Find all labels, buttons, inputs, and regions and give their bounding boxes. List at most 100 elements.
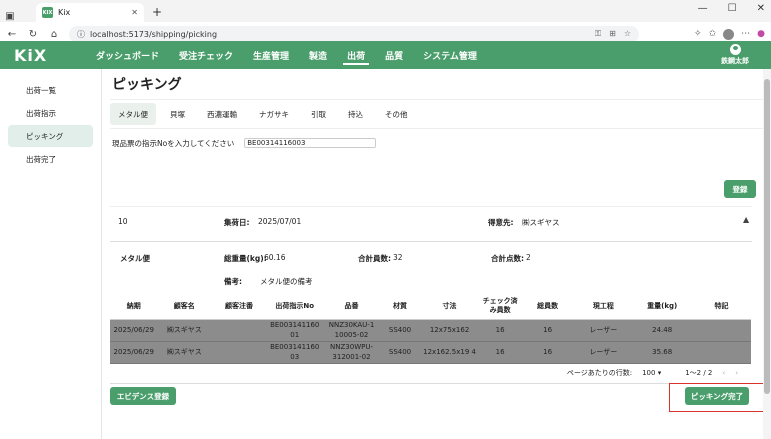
memo-label: 備考: (224, 277, 242, 286)
favorite-star-icon[interactable]: ☆ (624, 29, 631, 39)
copilot-icon[interactable]: ● (757, 29, 765, 39)
col-customer-order[interactable]: 顧客注番 (211, 294, 267, 320)
collapse-arrow-icon[interactable]: ▲ (743, 215, 749, 224)
sidebar-item-shipping-list[interactable]: 出荷一覧 (8, 79, 93, 101)
cell-weight: 24.48 (632, 319, 693, 342)
carrier-tabs: メタル便 貝塚 西濃運輸 ナガサキ 引取 持込 その他 (110, 99, 771, 129)
tab-kaizuka[interactable]: 貝塚 (162, 103, 193, 125)
register-button[interactable]: 登録 (724, 180, 756, 198)
home-icon[interactable]: ⌂ (48, 29, 60, 40)
menu-system[interactable]: システム管理 (413, 41, 487, 69)
col-notes[interactable]: 特記 (692, 294, 751, 320)
favorites-icon[interactable]: ✩ (709, 29, 717, 39)
cell-due-date: 2025/06/29 (110, 319, 158, 342)
cell-instruction-no: BE003141160 01 (266, 319, 323, 342)
user-name: 鉄鋼太郎 (721, 57, 749, 65)
menu-manufacturing[interactable]: 製造 (299, 41, 337, 69)
menu-dashboard[interactable]: ダッシュボード (86, 41, 169, 69)
col-part-no[interactable]: 品番 (322, 294, 381, 320)
customer-label: 得意先: (488, 218, 514, 227)
tab-pickup[interactable]: 引取 (303, 103, 334, 125)
sidebar: 出荷一覧 出荷指示 ピッキング 出荷完了 (0, 69, 102, 439)
reload-icon[interactable]: ↻ (27, 29, 39, 40)
cell-notes (692, 319, 751, 342)
tab-nagasaki[interactable]: ナガサキ (251, 103, 297, 125)
tab-seino[interactable]: 西濃運輸 (199, 103, 245, 125)
more-icon[interactable]: ⋯ (741, 29, 750, 39)
address-bar[interactable]: ⓘ localhost:5173/shipping/picking ⚿ ⊞ ☆ (69, 25, 639, 43)
menu-production[interactable]: 生産管理 (243, 41, 299, 69)
back-icon[interactable]: ← (6, 29, 18, 40)
table-pagination: ページあたりの行数: 100 ▾ 1〜2 / 2 ‹ › (110, 364, 752, 384)
collect-date-value: 2025/07/01 (258, 217, 302, 226)
total-points-value: 2 (526, 253, 531, 262)
memo-value: メタル便の備考 (260, 277, 313, 286)
total-count-value: 32 (393, 253, 403, 262)
sidebar-item-shipping-complete[interactable]: 出荷完了 (8, 148, 93, 170)
page-title: ピッキング (112, 77, 182, 93)
maximize-icon[interactable]: ☐ (728, 3, 737, 14)
col-instruction-no[interactable]: 出荷指示No (266, 294, 323, 320)
browser-tabbar: ▣ KIX Kix ✕ + — ☐ ✕ (0, 0, 771, 22)
instruction-input-row: 現品票の指示Noを入力してください BE00314116003 (110, 131, 771, 155)
col-total-count[interactable]: 総員数 (520, 294, 575, 320)
picking-complete-button[interactable]: ピッキング完了 (685, 387, 749, 405)
user-menu[interactable]: 鉄鋼太郎 (721, 44, 749, 66)
close-tab-icon[interactable]: ✕ (131, 8, 138, 17)
menu-order-check[interactable]: 受注チェック (169, 41, 243, 69)
table-row[interactable]: 2025/06/29 ㈱スギヤス BE003141160 01 NNZ30KAU… (110, 319, 751, 342)
extensions-icon[interactable]: ✧ (694, 29, 702, 39)
cell-customer: ㈱スギヤス (157, 319, 212, 342)
menu-quality[interactable]: 品質 (375, 41, 413, 69)
user-icon (729, 44, 741, 55)
evidence-register-button[interactable]: エビデンス登録 (110, 387, 176, 405)
tab-carry-in[interactable]: 持込 (340, 103, 371, 125)
browser-toolbar-right: ✧ ✩ ⋯ ● (694, 28, 765, 40)
customer-value: ㈱スギヤス (522, 218, 560, 227)
tab-other[interactable]: その他 (377, 103, 416, 125)
cell-dimension: 12x162.5x19 4 (419, 341, 480, 364)
rows-per-page-select[interactable]: 100 ▾ (642, 369, 661, 377)
col-weight[interactable]: 重量(kg) (632, 294, 693, 320)
col-dimension[interactable]: 寸法 (419, 294, 480, 320)
scrollbar-thumb[interactable] (764, 79, 770, 394)
page-scrollbar[interactable] (763, 69, 771, 439)
col-due-date[interactable]: 納期 (110, 294, 158, 320)
browser-tab[interactable]: KIX Kix ✕ (36, 3, 144, 22)
col-material[interactable]: 材質 (380, 294, 420, 320)
next-page-icon[interactable]: › (735, 369, 738, 377)
sidebar-item-shipping-instruction[interactable]: 出荷指示 (8, 102, 93, 124)
app-install-icon[interactable]: ⊞ (609, 29, 616, 39)
sidebar-item-picking[interactable]: ピッキング (8, 125, 93, 147)
col-customer[interactable]: 顧客名 (157, 294, 212, 320)
sidebar-toggle-icon[interactable]: ▣ (4, 11, 16, 22)
key-icon[interactable]: ⚿ (595, 29, 601, 39)
rows-per-page-label: ページあたりの行数: (566, 369, 633, 377)
profile-avatar-icon[interactable] (723, 28, 735, 40)
picking-table: 納期 顧客名 顧客注番 出荷指示No 品番 材質 寸法 チェック済み員数 総員数… (110, 294, 751, 364)
cell-current-process: レーザー (574, 319, 633, 342)
cell-customer-order (211, 341, 267, 364)
cell-part-no: NNZ30KAU-1 10005-02 (322, 319, 381, 342)
table-row[interactable]: 2025/06/29 ㈱スギヤス BE003141160 03 NNZ30WPU… (110, 341, 751, 364)
total-weight-value: 60.16 (264, 253, 286, 262)
cell-due-date: 2025/06/29 (110, 341, 158, 364)
cell-instruction-no: BE003141160 03 (266, 341, 323, 364)
prev-page-icon[interactable]: ‹ (722, 369, 725, 377)
col-checked-count[interactable]: チェック済み員数 (479, 294, 521, 320)
cell-customer-order (211, 319, 267, 342)
col-current-process[interactable]: 現工程 (574, 294, 633, 320)
app-header: KiX ダッシュボード 受注チェック 生産管理 製造 出荷 品質 システム管理 … (0, 41, 771, 69)
minimize-icon[interactable]: — (698, 3, 708, 14)
new-tab-icon[interactable]: + (152, 5, 162, 19)
tab-metal-bin[interactable]: メタル便 (110, 103, 156, 125)
app-body: 出荷一覧 出荷指示 ピッキング 出荷完了 ピッキング メタル便 貝塚 西濃運輸 … (0, 69, 771, 439)
instruction-no-input[interactable]: BE00314116003 (244, 138, 377, 148)
info-icon[interactable]: ⓘ (77, 29, 85, 40)
menu-shipping[interactable]: 出荷 (337, 41, 375, 69)
table-header-row: 納期 顧客名 顧客注番 出荷指示No 品番 材質 寸法 チェック済み員数 総員数… (110, 294, 751, 320)
kix-logo[interactable]: KiX (14, 46, 86, 65)
cell-total-count: 16 (520, 341, 575, 364)
window-close-icon[interactable]: ✕ (757, 3, 765, 14)
app-root: KiX ダッシュボード 受注チェック 生産管理 製造 出荷 品質 システム管理 … (0, 41, 771, 439)
